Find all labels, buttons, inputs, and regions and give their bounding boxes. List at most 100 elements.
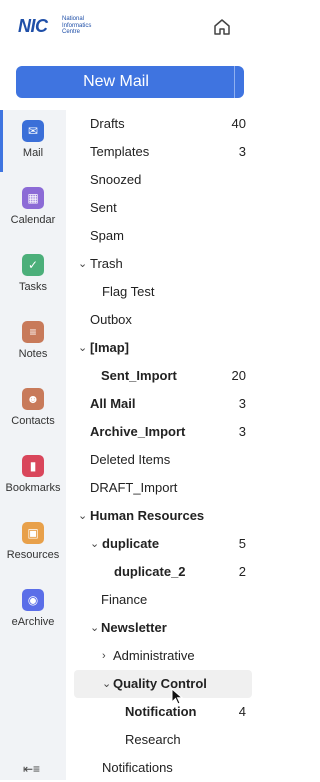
mail-icon: ✉ <box>22 120 44 142</box>
resources-icon: ▣ <box>22 522 44 544</box>
app-label: eArchive <box>11 616 55 628</box>
folder-notifications[interactable]: Notifications <box>74 754 252 782</box>
app-header: NIC National Informatics Centre <box>0 0 260 52</box>
chevron-down-icon[interactable]: ⌄ <box>90 530 99 558</box>
folder-count: 4 <box>238 704 246 719</box>
folder-label: Quality Control <box>113 676 207 691</box>
app-contacts[interactable]: ☻ Contacts <box>0 378 66 440</box>
folder-finance[interactable]: Finance <box>74 586 252 614</box>
folder-sent[interactable]: Sent <box>74 194 252 222</box>
app-notes[interactable]: ≡ Notes <box>0 311 66 373</box>
folder-archive-import[interactable]: Archive_Import 3 <box>74 418 252 446</box>
folder-label: Drafts <box>90 116 125 131</box>
folder-count: 2 <box>238 564 246 579</box>
folder-label: Notifications <box>102 760 173 775</box>
folder-label: Notification <box>125 704 197 719</box>
folder-count: 20 <box>231 368 246 383</box>
folder-label: Templates <box>90 144 150 159</box>
folder-label: Flag Test <box>102 284 155 299</box>
chevron-down-icon: ⌄ <box>243 76 244 87</box>
folder-label: Research <box>125 732 181 747</box>
new-mail-button-group: New Mail ⌄ <box>16 66 244 98</box>
folder-label: Newsletter <box>101 620 167 635</box>
folder-snoozed[interactable]: Snoozed <box>74 166 252 194</box>
chevron-down-icon[interactable]: ⌄ <box>78 250 87 278</box>
folder-duplicate[interactable]: ⌄ duplicate 5 <box>74 530 252 558</box>
folder-label: Finance <box>101 592 148 607</box>
chevron-down-icon[interactable]: ⌄ <box>78 502 87 530</box>
logo-text: National Informatics Centre <box>62 16 92 35</box>
bookmark-icon: ▮ <box>22 455 44 477</box>
folder-label: Sent <box>90 200 117 215</box>
folder-duplicate-2[interactable]: duplicate_2 2 <box>74 558 252 586</box>
folder-outbox[interactable]: Outbox <box>74 306 252 334</box>
app-label: Tasks <box>18 281 48 293</box>
folder-deleted-items[interactable]: Deleted Items <box>74 446 252 474</box>
notes-icon: ≡ <box>22 321 44 343</box>
new-mail-dropdown-button[interactable]: ⌄ <box>235 66 244 98</box>
folder-label: Deleted Items <box>90 452 171 467</box>
folder-human-resources[interactable]: ⌄ Human Resources <box>74 502 252 530</box>
folder-label: Spam <box>90 228 124 243</box>
folder-quality-control[interactable]: ⌄ Quality Control <box>74 670 252 698</box>
contacts-icon: ☻ <box>22 388 44 410</box>
folder-tree: Drafts 40 Templates 3 Snoozed Sent Spam … <box>66 110 260 780</box>
folder-label: Administrative <box>113 648 195 663</box>
archive-icon: ◉ <box>22 589 44 611</box>
folder-label: Snoozed <box>90 172 142 187</box>
folder-draft-import[interactable]: DRAFT_Import <box>74 474 252 502</box>
folder-research[interactable]: Research <box>74 726 252 754</box>
folder-label: Trash <box>90 256 123 271</box>
folder-label: All Mail <box>90 396 136 411</box>
folder-all-mail[interactable]: All Mail 3 <box>74 390 252 418</box>
mouse-pointer-icon <box>171 688 184 705</box>
app-calendar[interactable]: ▦ Calendar <box>0 177 66 239</box>
app-bookmarks[interactable]: ▮ Bookmarks <box>0 445 66 507</box>
app-label: Bookmarks <box>5 482 61 494</box>
app-label: Calendar <box>10 214 56 226</box>
folder-label: Sent_Import <box>101 368 177 383</box>
folder-spam[interactable]: Spam <box>74 222 252 250</box>
chevron-down-icon[interactable]: ⌄ <box>78 334 87 362</box>
folder-label: Outbox <box>90 312 132 327</box>
folder-administrative[interactable]: › Administrative <box>74 642 252 670</box>
folder-sent-import[interactable]: Sent_Import 20 <box>74 362 252 390</box>
folder-trash[interactable]: ⌄ Trash <box>74 250 252 278</box>
app-sidebar: ✉ Mail ▦ Calendar ✓ Tasks ≡ Notes ☻ Cont… <box>0 110 66 780</box>
folder-label: Archive_Import <box>90 424 186 439</box>
home-icon[interactable] <box>212 17 232 37</box>
folder-templates[interactable]: Templates 3 <box>74 138 252 166</box>
folder-label: duplicate <box>102 536 160 551</box>
folder-newsletter[interactable]: ⌄ Newsletter <box>74 614 252 642</box>
folder-flag-test[interactable]: Flag Test <box>74 278 252 306</box>
folder-imap[interactable]: ⌄ [Imap] <box>74 334 252 362</box>
folder-label: duplicate_2 <box>114 564 186 579</box>
collapse-sidebar-icon[interactable]: ⇤≡ <box>23 762 40 776</box>
calendar-icon: ▦ <box>22 187 44 209</box>
folder-count: 40 <box>231 116 246 131</box>
folder-notification[interactable]: Notification 4 <box>74 698 252 726</box>
app-tasks[interactable]: ✓ Tasks <box>0 244 66 306</box>
folder-count: 3 <box>238 144 246 159</box>
folder-drafts[interactable]: Drafts 40 <box>74 110 252 138</box>
logo-mark: NIC <box>18 16 48 36</box>
folder-count: 5 <box>238 536 246 551</box>
chevron-down-icon[interactable]: ⌄ <box>90 614 99 642</box>
app-mail[interactable]: ✉ Mail <box>0 110 66 172</box>
folder-count: 3 <box>238 424 246 439</box>
folder-label: DRAFT_Import <box>90 480 178 495</box>
app-label: Mail <box>22 147 44 159</box>
folder-count: 3 <box>238 396 246 411</box>
folder-label: Human Resources <box>90 508 205 523</box>
nic-logo[interactable]: NIC National Informatics Centre <box>18 14 96 36</box>
app-earchive[interactable]: ◉ eArchive <box>0 579 66 641</box>
chevron-down-icon[interactable]: ⌄ <box>102 670 111 698</box>
new-mail-button[interactable]: New Mail <box>16 66 216 98</box>
app-label: Contacts <box>11 415 55 427</box>
app-resources[interactable]: ▣ Resources <box>0 512 66 574</box>
app-label: Resources <box>6 549 60 561</box>
app-label: Notes <box>18 348 48 360</box>
tasks-icon: ✓ <box>22 254 44 276</box>
chevron-right-icon[interactable]: › <box>102 642 106 670</box>
folder-label: [Imap] <box>90 340 129 355</box>
